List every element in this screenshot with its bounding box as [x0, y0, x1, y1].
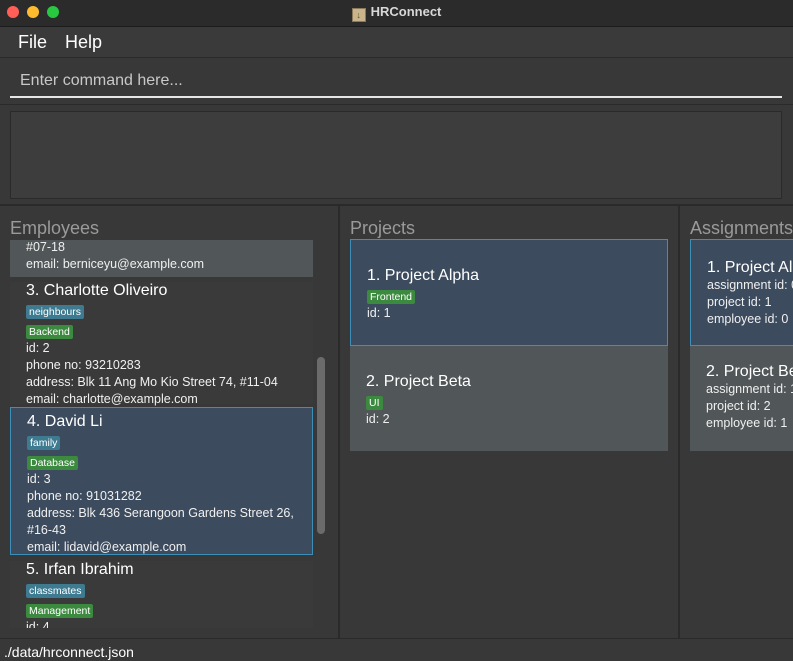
employee-id: id: 2 — [26, 341, 50, 355]
employee-address-cont: #16-43 — [27, 523, 66, 537]
assignment-card-selected[interactable]: 1. Project Alpha assignment id: 0 projec… — [690, 239, 793, 346]
app-icon: ↓ — [351, 8, 366, 22]
menu-file[interactable]: File — [18, 32, 47, 53]
command-input[interactable] — [10, 66, 782, 98]
employee-name: 3. Charlotte Oliveiro — [26, 282, 168, 299]
project-card[interactable]: 2. Project Beta UI id: 2 — [350, 346, 668, 451]
employee-phone: phone no: 91031282 — [27, 489, 142, 503]
project-tag: Frontend — [367, 290, 416, 304]
employees-scrollbar-thumb[interactable] — [317, 357, 325, 534]
menu-bar: File Help — [0, 27, 793, 58]
employee-tag: family — [27, 436, 61, 450]
employee-tag: Management — [26, 604, 94, 618]
employee-card-partial[interactable]: #07-18 email: berniceyu@example.com — [10, 240, 313, 277]
employee-tag: Backend — [26, 325, 73, 339]
window-title: HRConnect — [370, 4, 442, 19]
employee-id: id: 4 — [26, 620, 50, 628]
employee-address: address: Blk 436 Serangoon Gardens Stree… — [27, 506, 294, 520]
assignment-id: assignment id: 0 — [707, 278, 793, 292]
employee-address: address: Blk 11 Ang Mo Kio Street 74, #1… — [26, 375, 278, 389]
projects-title: Projects — [350, 218, 416, 238]
project-id: id: 1 — [367, 306, 391, 320]
employees-title: Employees — [10, 218, 100, 238]
assignment-employee-id: employee id: 1 — [706, 416, 788, 430]
status-bar: ./data/hrconnect.json — [0, 638, 793, 661]
employee-email: email: charlotte@example.com — [26, 392, 198, 406]
employee-email: email: berniceyu@example.com — [26, 257, 205, 271]
employee-email: email: lidavid@example.com — [27, 540, 187, 554]
result-display — [10, 111, 782, 199]
employee-id: id: 3 — [27, 472, 51, 486]
assignment-employee-id: employee id: 0 — [707, 312, 789, 326]
employee-name: 4. David Li — [27, 413, 103, 430]
project-id: id: 2 — [366, 412, 390, 426]
employee-phone: phone no: 93210283 — [26, 358, 141, 372]
assignment-card[interactable]: 2. Project Beta assignment id: 1 project… — [690, 346, 793, 451]
employee-card[interactable]: 5. Irfan Ibrahim classmates Management i… — [10, 561, 313, 628]
project-tag: UI — [366, 396, 383, 410]
assignment-project-id: project id: 1 — [707, 295, 772, 309]
employee-address-tail: #07-18 — [26, 240, 65, 254]
assignment-name: 2. Project Beta — [706, 363, 793, 380]
command-area — [0, 58, 793, 105]
project-name: 1. Project Alpha — [367, 267, 480, 284]
status-file-path: ./data/hrconnect.json — [4, 644, 134, 660]
assignment-project-id: project id: 2 — [706, 399, 771, 413]
employee-name: 5. Irfan Ibrahim — [26, 561, 134, 578]
employee-tag: classmates — [26, 584, 85, 598]
employee-tag: Database — [27, 456, 78, 470]
menu-help[interactable]: Help — [65, 32, 102, 53]
assignment-name: 1. Project Alpha — [707, 259, 793, 276]
project-name: 2. Project Beta — [366, 373, 471, 390]
title-bar: ↓ HRConnect — [0, 0, 793, 27]
employee-tag: neighbours — [26, 305, 84, 319]
assignments-title: Assignments — [690, 218, 793, 238]
assignment-id: assignment id: 1 — [706, 382, 793, 396]
employee-card-selected[interactable]: 4. David Li family Database id: 3 phone … — [10, 407, 313, 555]
window-title-wrap: ↓ HRConnect — [0, 4, 793, 22]
employee-card[interactable]: 3. Charlotte Oliveiro neighbours Backend… — [10, 282, 313, 406]
project-card-selected[interactable]: 1. Project Alpha Frontend id: 1 — [350, 239, 668, 346]
